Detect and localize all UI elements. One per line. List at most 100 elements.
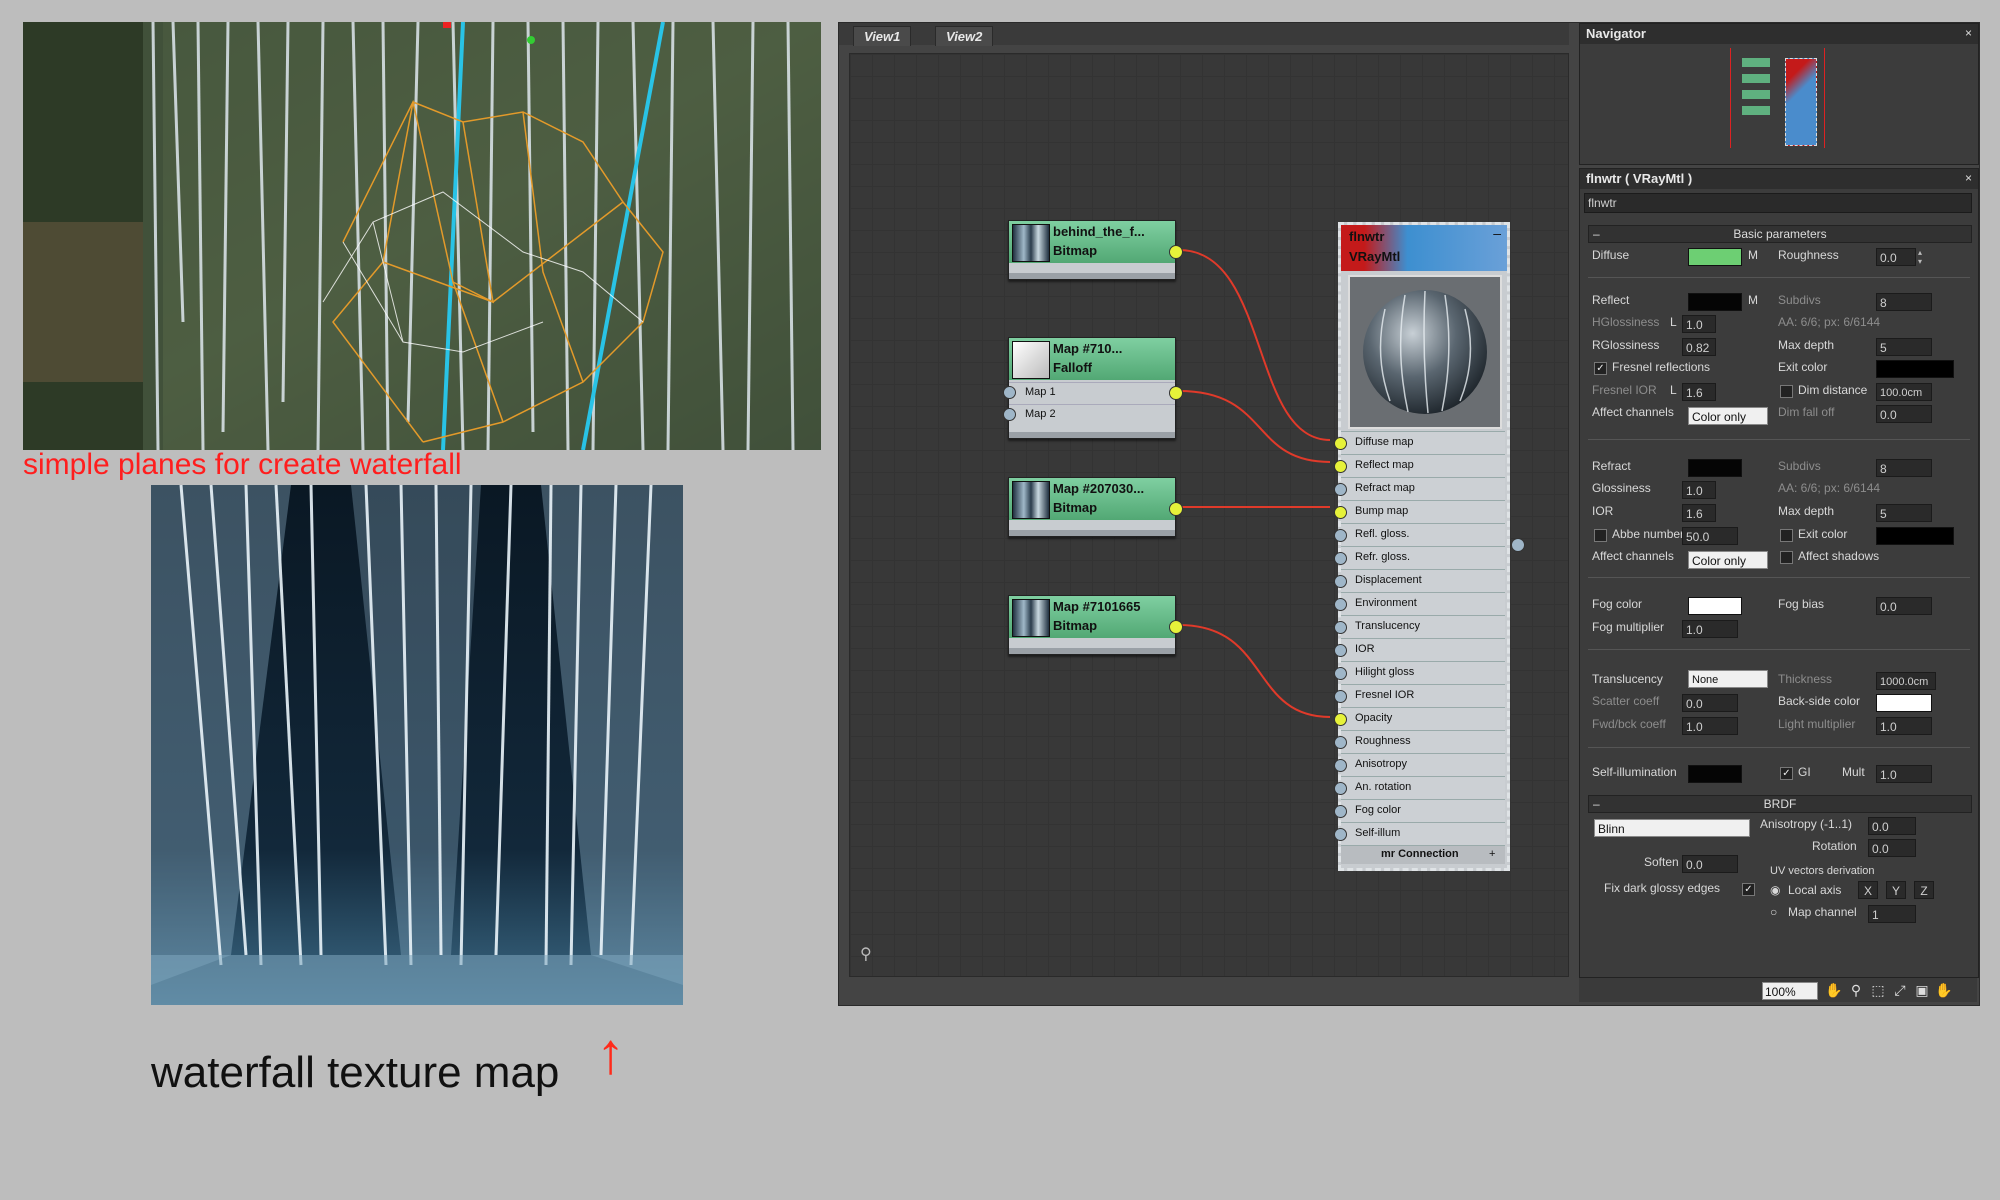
slot-roughness[interactable]: Roughness <box>1334 730 1505 753</box>
basic-parameters-rollout[interactable]: – Basic parameters <box>1588 225 1972 243</box>
refract-affect-dropdown[interactable]: Color only <box>1688 551 1768 569</box>
zoom-extents-icon[interactable]: ⤢ <box>1891 981 1909 999</box>
navigator-viewport-rect[interactable] <box>1785 58 1817 146</box>
ior-field[interactable]: 1.6 <box>1682 504 1716 522</box>
reflect-exit-color-swatch[interactable] <box>1876 360 1954 378</box>
gi-checkbox[interactable]: ✓ <box>1780 767 1793 780</box>
reflect-subdivs-field[interactable]: 8 <box>1876 293 1932 311</box>
lock-button[interactable]: L <box>1670 383 1677 397</box>
diffuse-map-button[interactable]: M <box>1748 248 1758 262</box>
refract-exit-color-swatch[interactable] <box>1876 527 1954 545</box>
brdf-type-dropdown[interactable]: Blinn <box>1594 819 1750 837</box>
input-port[interactable] <box>1003 408 1016 421</box>
fog-bias-field[interactable]: 0.0 <box>1876 597 1932 615</box>
dim-distance-field[interactable]: 100.0cm <box>1876 383 1932 401</box>
input-port[interactable] <box>1003 386 1016 399</box>
fix-dark-glossy-checkbox[interactable]: ✓ <box>1742 883 1755 896</box>
refract-max-depth-field[interactable]: 5 <box>1876 504 1932 522</box>
brdf-rollout[interactable]: – BRDF <box>1588 795 1972 813</box>
slot-displacement[interactable]: Displacement <box>1334 569 1505 592</box>
backside-color-swatch[interactable] <box>1876 694 1932 712</box>
material-name-field[interactable]: flnwtr <box>1584 193 1972 213</box>
zoom-dropdown[interactable]: 100% <box>1762 982 1818 1000</box>
abbe-checkbox[interactable] <box>1594 529 1607 542</box>
output-port[interactable] <box>1169 620 1183 634</box>
translucency-dropdown[interactable]: None <box>1688 670 1768 688</box>
map-channel-field[interactable]: 1 <box>1868 905 1916 923</box>
thickness-field[interactable]: 1000.0cm <box>1876 672 1936 690</box>
anisotropy-field[interactable]: 0.0 <box>1868 817 1916 835</box>
node-bitmap-207030[interactable]: Map #207030... Bitmap <box>1008 477 1183 537</box>
axis-z-button[interactable]: Z <box>1914 881 1934 899</box>
diffuse-color-swatch[interactable] <box>1688 248 1742 266</box>
node-bitmap-7101665[interactable]: Map #7101665 Bitmap <box>1008 595 1183 655</box>
binoculars-icon[interactable]: ⚲ <box>860 944 872 964</box>
reflect-max-depth-field[interactable]: 5 <box>1876 338 1932 356</box>
dim-distance-checkbox[interactable] <box>1780 385 1793 398</box>
output-port[interactable] <box>1169 386 1183 400</box>
fresnel-checkbox[interactable]: ✓ <box>1594 362 1607 375</box>
output-port[interactable] <box>1169 245 1183 259</box>
tab-view2[interactable]: View2 <box>935 26 994 46</box>
rotation-field[interactable]: 0.0 <box>1868 839 1916 857</box>
collapse-icon[interactable]: – <box>1493 225 1501 241</box>
pan-hand-icon[interactable]: ✋ <box>1825 981 1843 999</box>
slot-translucency[interactable]: Translucency <box>1334 615 1505 638</box>
vraymtl-node[interactable]: flnwtr VRayMtl – Diffuse map Reflect map… <box>1334 222 1525 871</box>
slot-reflect-map[interactable]: Reflect map <box>1334 454 1505 477</box>
zoom-icon[interactable]: ⚲ <box>1847 981 1865 999</box>
zoom-selected-icon[interactable]: ▣ <box>1913 981 1931 999</box>
spinner-icon[interactable]: ▴ ▾ <box>1918 248 1927 266</box>
reflect-map-button[interactable]: M <box>1748 293 1758 307</box>
local-axis-radio[interactable]: ◉ <box>1770 883 1780 897</box>
node-falloff[interactable]: Map #710... Falloff Map 1 Map 2 <box>1003 337 1183 439</box>
hglossiness-field[interactable]: 1.0 <box>1682 315 1716 333</box>
node-view[interactable]: behind_the_f... Bitmap Map #710... Fallo… <box>849 53 1569 977</box>
slot-ior[interactable]: IOR <box>1334 638 1505 661</box>
roughness-field[interactable]: 0.0 <box>1876 248 1916 266</box>
lock-button[interactable]: L <box>1670 315 1677 329</box>
refract-exit-color-checkbox[interactable] <box>1780 529 1793 542</box>
light-multiplier-field[interactable]: 1.0 <box>1876 717 1932 735</box>
soften-field[interactable]: 0.0 <box>1682 855 1738 873</box>
output-port[interactable] <box>1169 502 1183 516</box>
slot-bump-map[interactable]: Bump map <box>1334 500 1505 523</box>
fog-multiplier-field[interactable]: 1.0 <box>1682 620 1738 638</box>
slot-map1[interactable]: Map 1 <box>1009 382 1175 403</box>
mr-connection-rollout[interactable]: mr Connection + <box>1341 845 1505 864</box>
slot-opacity[interactable]: Opacity <box>1334 707 1505 730</box>
node-bitmap-behind[interactable]: behind_the_f... Bitmap <box>1008 220 1183 280</box>
affect-shadows-checkbox[interactable] <box>1780 551 1793 564</box>
rglossiness-field[interactable]: 0.82 <box>1682 338 1716 356</box>
map-channel-radio[interactable]: ○ <box>1770 905 1777 919</box>
slot-fog-color[interactable]: Fog color <box>1334 799 1505 822</box>
slot-environment[interactable]: Environment <box>1334 592 1505 615</box>
slot-fresnel-ior[interactable]: Fresnel IOR <box>1334 684 1505 707</box>
slot-refract-map[interactable]: Refract map <box>1334 477 1505 500</box>
material-output-port[interactable] <box>1511 538 1525 552</box>
dim-falloff-field[interactable]: 0.0 <box>1876 405 1932 423</box>
scatter-coeff-field[interactable]: 0.0 <box>1682 694 1738 712</box>
slot-map2[interactable]: Map 2 <box>1009 404 1175 425</box>
refract-color-swatch[interactable] <box>1688 459 1742 477</box>
fresnel-ior-field[interactable]: 1.6 <box>1682 383 1716 401</box>
slot-refl-gloss[interactable]: Refl. gloss. <box>1334 523 1505 546</box>
slot-an-rotation[interactable]: An. rotation <box>1334 776 1505 799</box>
slot-refr-gloss[interactable]: Refr. gloss. <box>1334 546 1505 569</box>
close-icon[interactable]: × <box>1965 171 1972 185</box>
fog-color-swatch[interactable] <box>1688 597 1742 615</box>
zoom-region-icon[interactable]: ⬚ <box>1869 981 1887 999</box>
reflect-affect-dropdown[interactable]: Color only <box>1688 407 1768 425</box>
axis-y-button[interactable]: Y <box>1886 881 1906 899</box>
axis-x-button[interactable]: X <box>1858 881 1878 899</box>
pan-to-selected-icon[interactable]: ✋ <box>1935 981 1953 999</box>
close-icon[interactable]: × <box>1965 26 1972 40</box>
refract-subdivs-field[interactable]: 8 <box>1876 459 1932 477</box>
refract-glossiness-field[interactable]: 1.0 <box>1682 481 1716 499</box>
slot-anisotropy[interactable]: Anisotropy <box>1334 753 1505 776</box>
slot-self-illum[interactable]: Self-illum <box>1334 822 1505 845</box>
tab-view1[interactable]: View1 <box>853 26 912 46</box>
fwd-bck-field[interactable]: 1.0 <box>1682 717 1738 735</box>
reflect-color-swatch[interactable] <box>1688 293 1742 311</box>
slot-hilight-gloss[interactable]: Hilight gloss <box>1334 661 1505 684</box>
